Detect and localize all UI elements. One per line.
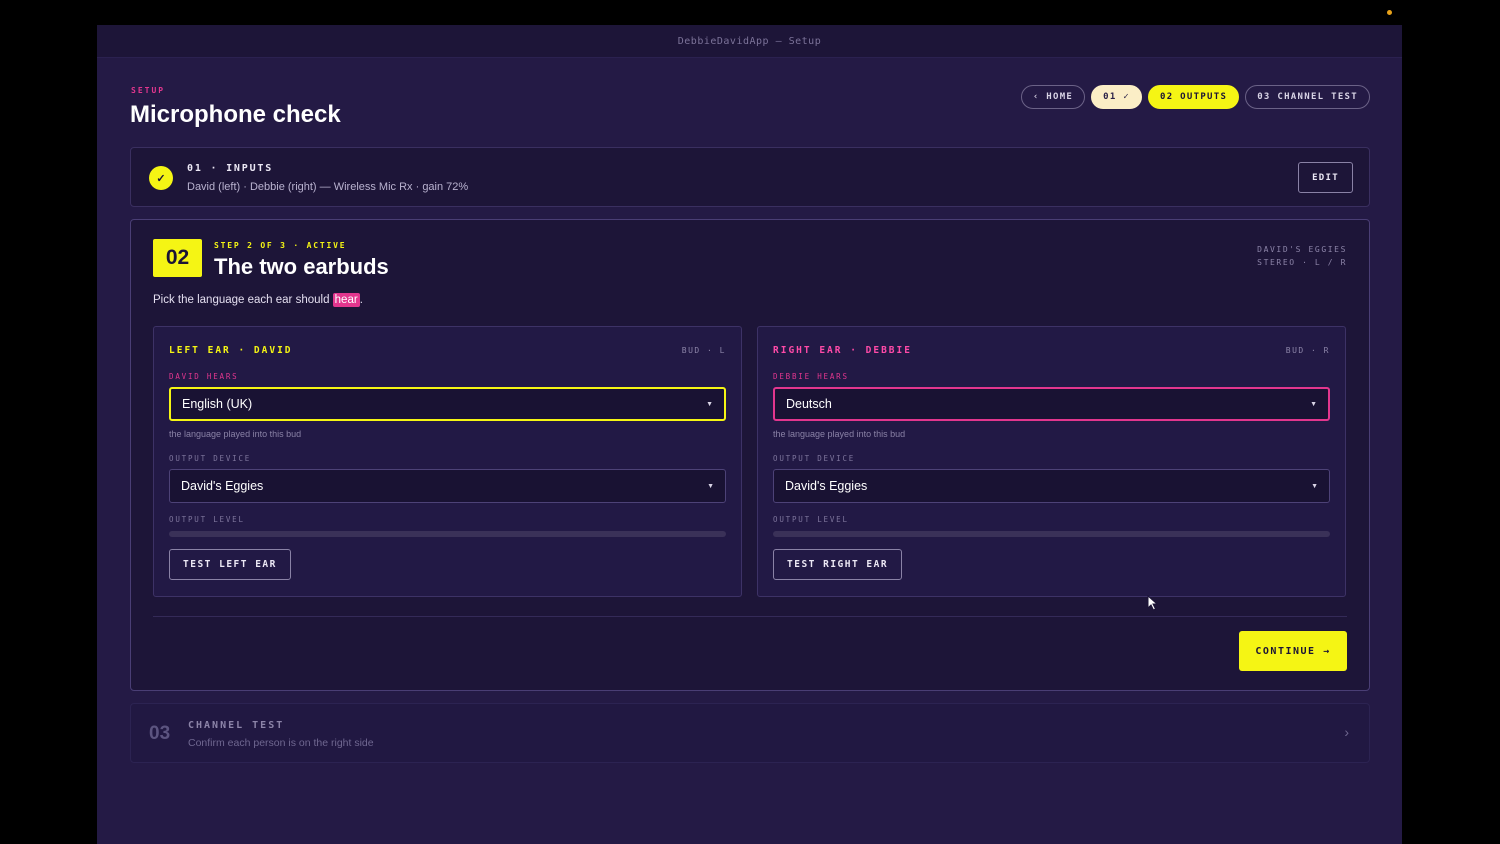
mouse-cursor-icon (1147, 595, 1159, 611)
left-level-meter (169, 531, 726, 537)
step-inputs-card: ✓ 01 · INPUTS David (left) · Debbie (rig… (130, 147, 1370, 207)
divider (153, 616, 1347, 617)
right-device-label: OUTPUT DEVICE (773, 454, 856, 463)
page-eyebrow: SETUP (131, 86, 166, 95)
left-device-label: OUTPUT DEVICE (169, 454, 252, 463)
right-level-label: OUTPUT LEVEL (773, 515, 849, 524)
left-ear-title: LEFT EAR · DAVID (169, 345, 293, 356)
right-language-hint: the language played into this bud (773, 429, 906, 439)
right-ear-panel: RIGHT EAR · DEBBIE BUD · R DEBBIE HEARS … (757, 326, 1346, 597)
step-number-badge: 02 (153, 239, 202, 277)
step-channel-test-card[interactable]: 03 CHANNEL TEST Confirm each person is o… (130, 703, 1370, 763)
app-window: DebbieDavidApp — Setup SETUP Microphone … (97, 25, 1402, 844)
chevron-down-icon: ▼ (706, 400, 713, 408)
left-device-select[interactable]: David's Eggies ▼ (169, 469, 726, 503)
nav-step-inputs[interactable]: 01 ✓ (1091, 85, 1143, 109)
home-button[interactable]: ‹ HOME (1020, 85, 1086, 109)
window-titlebar: DebbieDavidApp — Setup (97, 25, 1402, 58)
step-nav: ‹ HOME 01 ✓ 02 OUTPUTS 03 CHANNEL TEST (1020, 85, 1370, 109)
left-language-hint: the language played into this bud (169, 429, 302, 439)
nav-step-channel-test[interactable]: 03 CHANNEL TEST (1245, 85, 1370, 109)
step-outputs-card: 02 STEP 2 OF 3 · ACTIVE The two earbuds … (130, 219, 1370, 691)
checkmark-icon: ✓ (149, 166, 173, 190)
right-device-select[interactable]: David's Eggies ▼ (773, 469, 1330, 503)
chevron-down-icon: ▼ (1310, 400, 1317, 408)
right-language-select[interactable]: Deutsch ▼ (773, 387, 1330, 421)
left-device-value: David's Eggies (181, 479, 264, 493)
left-level-label: OUTPUT LEVEL (169, 515, 245, 524)
status-dot (1387, 10, 1392, 15)
left-language-value: English (UK) (182, 397, 253, 411)
left-bud-tag: BUD · L (681, 346, 726, 355)
step-progress-label: STEP 2 OF 3 · ACTIVE (214, 241, 347, 250)
step-inputs-summary: David (left) · Debbie (right) — Wireless… (187, 181, 469, 193)
right-bud-tag: BUD · R (1285, 346, 1330, 355)
step-channel-test-subtitle: Confirm each person is on the right side (188, 737, 374, 749)
step-inputs-title: 01 · INPUTS (187, 163, 274, 174)
chevron-right-icon: › (1344, 724, 1349, 740)
chevron-down-icon: ▼ (1311, 482, 1318, 490)
test-right-ear-button[interactable]: TEST RIGHT EAR (773, 549, 903, 580)
chevron-down-icon: ▼ (707, 482, 714, 490)
step-channel-test-title: CHANNEL TEST (188, 720, 285, 731)
instruction-end: . (359, 294, 363, 306)
right-ear-title: RIGHT EAR · DEBBIE (773, 345, 912, 356)
edit-inputs-button[interactable]: EDIT (1298, 162, 1353, 193)
instruction-highlight: hear (332, 293, 360, 307)
right-hears-label: DEBBIE HEARS (773, 372, 849, 381)
device-name: DAVID'S EGGIES (1257, 245, 1347, 254)
device-mode: STEREO · L / R (1257, 258, 1347, 267)
step-channel-test-number: 03 (149, 723, 171, 744)
left-language-select[interactable]: English (UK) ▼ (169, 387, 726, 421)
step-instruction: Pick the language each ear should hear. (153, 293, 363, 307)
page-title: Microphone check (130, 101, 341, 128)
device-meta: DAVID'S EGGIES STEREO · L / R (1257, 243, 1347, 269)
left-hears-label: DAVID HEARS (169, 372, 239, 381)
continue-button[interactable]: CONTINUE → (1239, 631, 1347, 671)
right-level-meter (773, 531, 1330, 537)
right-device-value: David's Eggies (785, 479, 868, 493)
right-language-value: Deutsch (786, 397, 832, 411)
step-outputs-title: The two earbuds (214, 254, 389, 279)
instruction-text: Pick the language each ear should (153, 294, 333, 306)
test-left-ear-button[interactable]: TEST LEFT EAR (169, 549, 291, 580)
nav-step-outputs[interactable]: 02 OUTPUTS (1148, 85, 1240, 109)
left-ear-panel: LEFT EAR · DAVID BUD · L DAVID HEARS Eng… (153, 326, 742, 597)
